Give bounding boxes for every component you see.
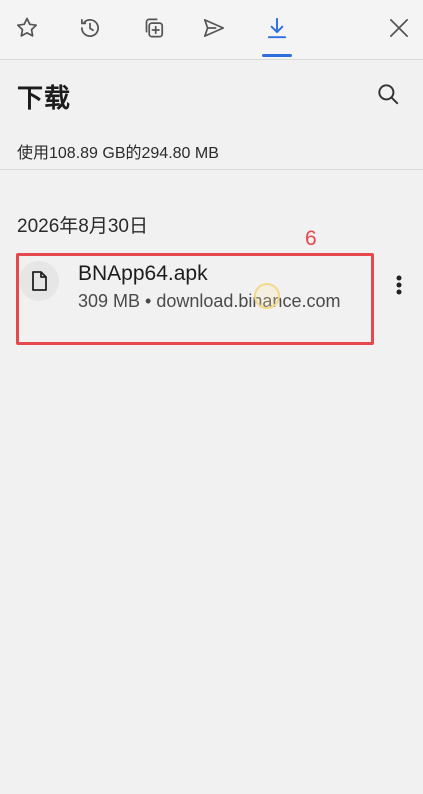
download-item[interactable]: BNApp64.apk 309 MB • download.binance.co… [17, 254, 371, 342]
annotation-label: 6 [305, 227, 317, 250]
header-divider [0, 169, 423, 170]
close-button[interactable] [383, 12, 415, 44]
search-button[interactable] [372, 78, 404, 110]
storage-usage-text: 使用108.89 GB的294.80 MB [17, 145, 219, 162]
share-tab[interactable] [198, 12, 230, 44]
star-icon [16, 17, 38, 37]
close-icon [390, 19, 408, 37]
downloads-tab[interactable] [261, 12, 293, 44]
date-group-heading: 2026年8月30日 [17, 216, 148, 237]
file-icon-circle [19, 261, 59, 301]
more-options-button[interactable] [387, 270, 411, 300]
collections-tab[interactable] [137, 12, 169, 44]
send-icon [203, 19, 225, 37]
download-file-meta: 309 MB • download.binance.com [78, 291, 341, 311]
collections-icon [145, 18, 164, 38]
history-tab[interactable] [74, 12, 106, 44]
file-icon [32, 271, 47, 291]
download-icon [267, 17, 287, 39]
download-file-name: BNApp64.apk [78, 262, 208, 285]
search-icon [378, 84, 399, 105]
top-tab-bar [0, 0, 423, 60]
page-title: 下载 [17, 83, 72, 113]
active-tab-indicator [262, 54, 292, 57]
more-vertical-icon [396, 275, 402, 295]
favorites-tab[interactable] [11, 12, 43, 44]
history-icon [81, 19, 99, 37]
